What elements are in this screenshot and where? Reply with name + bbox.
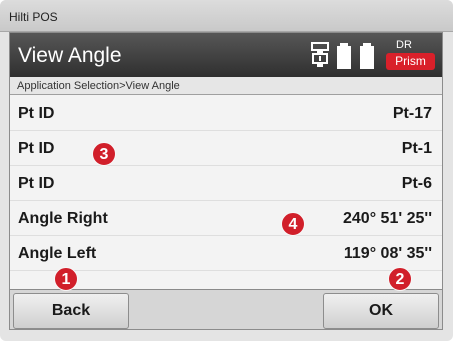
softkey-bar: Back OK — [10, 289, 442, 329]
row-value: 240° 51' 25'' — [343, 210, 432, 227]
window-titlebar: Hilti POS — [0, 0, 453, 32]
back-button[interactable]: Back — [13, 293, 129, 329]
list-item: Pt ID Pt-17 — [10, 96, 442, 131]
breadcrumb: Application Selection>View Angle — [10, 77, 442, 95]
ok-button[interactable]: OK — [323, 293, 439, 329]
row-value: Pt-1 — [401, 140, 432, 157]
row-value: Pt-6 — [401, 175, 432, 192]
row-value: 119° 08' 35'' — [343, 245, 432, 262]
window-title: Hilti POS — [9, 10, 58, 24]
result-list: Pt ID Pt-17 Pt ID Pt-1 Pt ID Pt-6 Angle … — [10, 96, 442, 271]
row-label: Pt ID — [18, 175, 55, 192]
row-label: Angle Left — [18, 245, 97, 262]
page-title: View Angle — [18, 44, 122, 67]
list-item: Pt ID Pt-1 — [10, 131, 442, 166]
row-value: Pt-17 — [392, 105, 432, 122]
callout-4: 4 — [281, 212, 305, 236]
measurement-mode-label: DR — [396, 39, 412, 51]
list-item: Angle Left 119° 08' 35'' — [10, 236, 442, 271]
prism-badge: Prism — [386, 53, 435, 70]
callout-1: 1 — [54, 267, 78, 291]
page-header: View Angle DR Prism — [10, 33, 442, 77]
instrument-icon — [311, 42, 329, 73]
row-label: Pt ID — [18, 105, 55, 122]
list-item: Pt ID Pt-6 — [10, 166, 442, 201]
row-label: Pt ID — [18, 140, 55, 157]
row-label: Angle Right — [18, 210, 108, 227]
callout-2: 2 — [388, 267, 412, 291]
callout-3: 3 — [92, 142, 116, 166]
list-item: Angle Right 240° 51' 25'' — [10, 201, 442, 236]
battery-icon — [336, 43, 376, 74]
